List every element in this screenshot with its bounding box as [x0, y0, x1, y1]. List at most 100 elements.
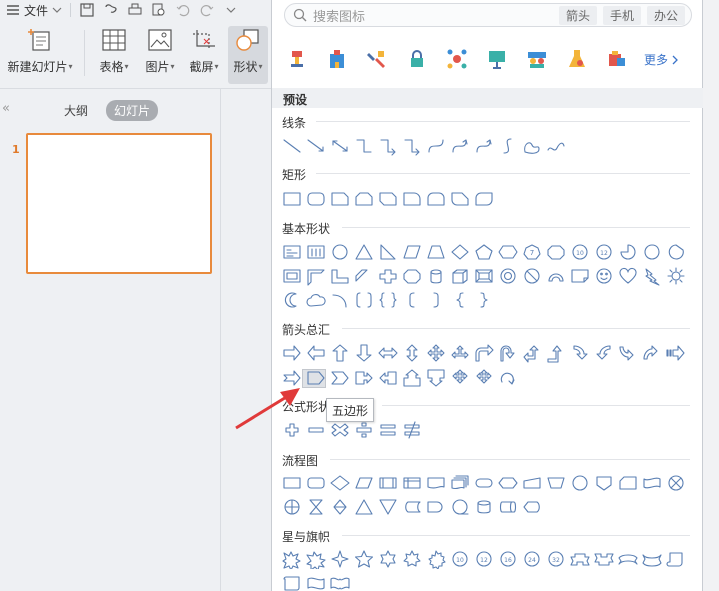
shape-lbrace-icon[interactable] — [448, 290, 472, 310]
shape-vtext-icon[interactable] — [304, 242, 328, 262]
shape-frame-icon[interactable] — [280, 266, 304, 286]
shape-rect-icon[interactable] — [280, 189, 304, 209]
shape-line-icon[interactable] — [280, 136, 304, 156]
shape-extract-icon[interactable] — [352, 497, 376, 517]
search-tag-office[interactable]: 办公 — [646, 6, 685, 25]
network-icon[interactable] — [446, 48, 468, 70]
shape-stripedright-icon[interactable] — [664, 343, 688, 363]
shape-explosion2-icon[interactable] — [304, 549, 328, 569]
shape-star8-icon[interactable] — [424, 549, 448, 569]
building-icon[interactable] — [326, 48, 348, 70]
shape-curvedribbon2-icon[interactable] — [640, 549, 664, 569]
shape-ribbondown-icon[interactable] — [592, 549, 616, 569]
shape-magdisk-icon[interactable] — [472, 497, 496, 517]
shape-rightcallout-icon[interactable] — [352, 368, 376, 388]
shape-connector-icon[interactable] — [568, 473, 592, 493]
shape-decagon-icon[interactable]: 10 — [568, 242, 592, 262]
shape-curvedleft-icon[interactable] — [592, 343, 616, 363]
shape-bent-icon[interactable] — [472, 343, 496, 363]
shape-halfframe-icon[interactable] — [304, 266, 328, 286]
shape-directaccess-icon[interactable] — [496, 497, 520, 517]
shape-manualop-icon[interactable] — [544, 473, 568, 493]
presentation-icon[interactable] — [486, 48, 508, 70]
shape-octagon-icon[interactable] — [544, 242, 568, 262]
shape-round-icon[interactable] — [304, 189, 328, 209]
collapse-panel-icon[interactable]: « — [2, 101, 10, 116]
lab-flask-icon[interactable] — [566, 48, 588, 70]
shape-quadcallout-icon[interactable] — [472, 368, 496, 388]
shape-right-icon[interactable] — [280, 343, 304, 363]
shape-document-icon[interactable] — [424, 473, 448, 493]
shape-collate-icon[interactable] — [304, 497, 328, 517]
shape-vscroll-icon[interactable] — [280, 573, 304, 591]
shape-triangle-icon[interactable] — [352, 242, 376, 262]
shape-orsym-icon[interactable] — [280, 497, 304, 517]
shape-tear-icon[interactable] — [640, 242, 664, 262]
shape-data-icon[interactable] — [352, 473, 376, 493]
save-icon[interactable] — [79, 2, 95, 18]
shape-rbracket-icon[interactable] — [424, 290, 448, 310]
shape-squiggle-icon[interactable] — [544, 136, 568, 156]
shape-star4-icon[interactable] — [328, 549, 352, 569]
shape-downcallout-icon[interactable] — [424, 368, 448, 388]
shape-can-icon[interactable] — [424, 266, 448, 286]
shape-pie-icon[interactable] — [616, 242, 640, 262]
slide-thumbnail[interactable] — [26, 133, 212, 274]
shape-multiply-icon[interactable] — [328, 420, 352, 440]
file-menu[interactable]: 文件 — [6, 2, 62, 19]
picture-button[interactable]: 图片 ▾ — [140, 26, 180, 84]
shape-preparation-icon[interactable] — [496, 473, 520, 493]
shape-quad-icon[interactable] — [424, 343, 448, 363]
shape-cloud-icon[interactable] — [304, 290, 328, 310]
shape-star12-icon[interactable]: 12 — [472, 549, 496, 569]
shape-trapezoid-icon[interactable] — [424, 242, 448, 262]
shape-folded-icon[interactable] — [568, 266, 592, 286]
shape-lshape-icon[interactable] — [328, 266, 352, 286]
shape-rounddiag-icon[interactable] — [472, 189, 496, 209]
shape-textbox-icon[interactable] — [280, 242, 304, 262]
shape-dbl-arrow-icon[interactable] — [328, 136, 352, 156]
shape-curvedribbon-icon[interactable] — [616, 549, 640, 569]
shape-star10-icon[interactable]: 10 — [448, 549, 472, 569]
shape-chevron-icon[interactable] — [328, 368, 352, 388]
shape-smiley-icon[interactable] — [592, 266, 616, 286]
shape-snipround-icon[interactable] — [448, 189, 472, 209]
shape-bolt-icon[interactable] — [640, 266, 664, 286]
shape-card-icon[interactable] — [616, 473, 640, 493]
shape-merge-icon[interactable] — [376, 497, 400, 517]
shape-scurve-icon[interactable] — [496, 136, 520, 156]
shape-arc-icon[interactable] — [544, 266, 568, 286]
icon-search-input[interactable]: 搜索图标 箭头 手机 办公 — [284, 3, 692, 27]
search-tag-phone[interactable]: 手机 — [602, 6, 641, 25]
shape-process-icon[interactable] — [280, 473, 304, 493]
shape-curve-arrow-icon[interactable] — [448, 136, 472, 156]
shape-stored-icon[interactable] — [400, 497, 424, 517]
shape-dblbracket-icon[interactable] — [352, 290, 376, 310]
shape-circular-icon[interactable] — [496, 368, 520, 388]
shape-snipd-icon[interactable] — [376, 189, 400, 209]
shape-dblbrace-icon[interactable] — [376, 290, 400, 310]
shape-hexagon-icon[interactable] — [496, 242, 520, 262]
shape-elbow-icon[interactable] — [352, 136, 376, 156]
shape-heptagon-icon[interactable]: 7 — [520, 242, 544, 262]
shape-quadcallout-icon[interactable] — [448, 368, 472, 388]
shape-star32-icon[interactable]: 32 — [544, 549, 568, 569]
shape-equal-icon[interactable] — [376, 420, 400, 440]
shape-lbracket-icon[interactable] — [400, 290, 424, 310]
tools-icon[interactable] — [366, 48, 388, 70]
shape-wave-icon[interactable] — [304, 573, 328, 591]
shape-blob-icon[interactable] — [520, 136, 544, 156]
shape-ribbonup-icon[interactable] — [568, 549, 592, 569]
shape-curve-arrow-icon[interactable] — [472, 136, 496, 156]
shape-snip2-icon[interactable] — [352, 189, 376, 209]
redo-icon[interactable] — [199, 2, 215, 18]
undo-icon[interactable] — [175, 2, 191, 18]
shape-arcbr-icon[interactable] — [328, 290, 352, 310]
shape-star6-icon[interactable] — [376, 549, 400, 569]
shape-uturn-icon[interactable] — [496, 343, 520, 363]
shape-notequal-icon[interactable] — [400, 420, 424, 440]
shape-tape-icon[interactable] — [640, 473, 664, 493]
shape-octagon-icon[interactable] — [400, 266, 424, 286]
lock-icon[interactable] — [406, 48, 428, 70]
shape-manualinput-icon[interactable] — [520, 473, 544, 493]
